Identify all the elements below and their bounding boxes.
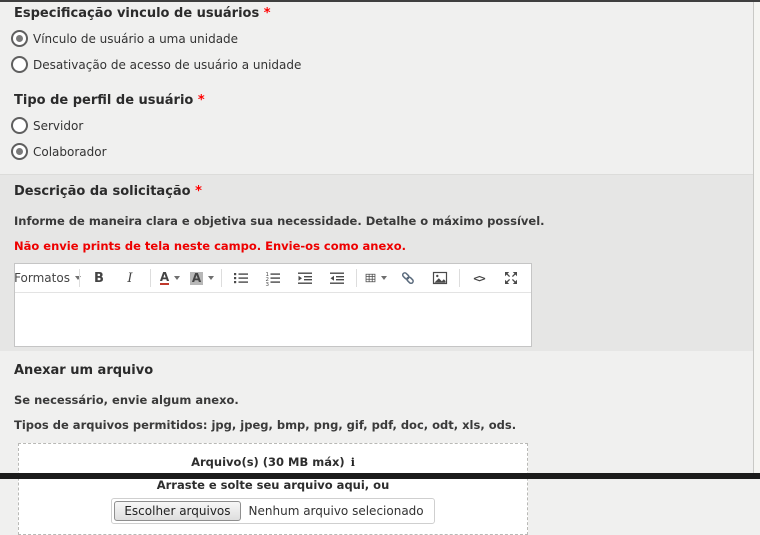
radio-icon[interactable]	[11, 117, 28, 134]
no-file-selected-text: Nenhum arquivo selecionado	[241, 504, 432, 518]
background-color-button[interactable]: A	[186, 266, 218, 290]
toolbar-separator	[79, 269, 80, 287]
source-code-button[interactable]: <>	[463, 266, 495, 290]
radio-option-servidor[interactable]: Servidor	[11, 117, 83, 134]
link-button[interactable]	[392, 266, 424, 290]
choose-files-button[interactable]: Escolher arquivos	[114, 501, 240, 521]
numbered-list-button[interactable]: 123	[257, 266, 289, 290]
chevron-down-icon	[174, 276, 180, 280]
radio-icon[interactable]	[11, 56, 28, 73]
required-asterisk: *	[198, 93, 205, 108]
chevron-down-icon	[75, 276, 81, 280]
text-color-icon: A	[160, 271, 169, 285]
especificacao-title-text: Especificação vinculo de usuários	[14, 6, 259, 21]
rich-text-editor: Formatos B I A A	[14, 263, 532, 347]
svg-text:3: 3	[266, 282, 270, 286]
radio-icon[interactable]	[11, 30, 28, 47]
radio-label: Servidor	[33, 119, 83, 133]
outdent-button[interactable]	[289, 266, 321, 290]
descricao-title-text: Descrição da solicitação	[14, 184, 191, 199]
image-button[interactable]	[424, 266, 456, 290]
file-input[interactable]: Escolher arquivos Nenhum arquivo selecio…	[111, 498, 434, 524]
section-descricao: Descrição da solicitação * Informe de ma…	[0, 174, 760, 351]
dropzone-drag-label: Arraste e solte seu arquivo aqui, ou	[19, 478, 527, 492]
table-button[interactable]	[360, 266, 392, 290]
chevron-down-icon	[208, 276, 214, 280]
section-anexo: Anexar um arquivo Se necessário, envie a…	[0, 351, 760, 535]
toolbar-separator	[221, 269, 222, 287]
radio-option-vinculo[interactable]: Vínculo de usuário a uma unidade	[11, 30, 238, 47]
descricao-title: Descrição da solicitação *	[14, 184, 746, 199]
italic-button[interactable]: I	[115, 266, 147, 290]
bold-button[interactable]: B	[83, 266, 115, 290]
fullscreen-button[interactable]	[495, 266, 527, 290]
editor-toolbar: Formatos B I A A	[15, 264, 531, 293]
anexo-hint: Se necessário, envie algum anexo.	[14, 393, 746, 407]
formats-dropdown[interactable]: Formatos	[19, 266, 76, 290]
radio-icon[interactable]	[11, 143, 28, 160]
code-icon: <>	[473, 272, 484, 285]
indent-icon	[329, 270, 345, 286]
table-icon	[365, 270, 376, 286]
perfil-title-text: Tipo de perfil de usuário	[14, 93, 193, 108]
info-icon: i	[351, 456, 355, 469]
descricao-warning: Não envie prints de tela neste campo. En…	[14, 239, 746, 253]
required-asterisk: *	[264, 6, 271, 21]
text-color-button[interactable]: A	[154, 266, 186, 290]
formats-label: Formatos	[14, 271, 70, 285]
background-color-icon: A	[190, 272, 203, 285]
dropzone-max-size-label: Arquivo(s) (30 MB máx)i	[19, 455, 527, 469]
bottom-dark-bar	[0, 473, 760, 479]
toolbar-separator	[150, 269, 151, 287]
radio-option-desativacao[interactable]: Desativação de acesso de usuário a unida…	[11, 56, 301, 73]
radio-option-colaborador[interactable]: Colaborador	[11, 143, 107, 160]
numbered-list-icon: 123	[265, 270, 281, 286]
radio-label: Colaborador	[33, 145, 107, 159]
scrollbar-track[interactable]	[753, 2, 760, 479]
image-icon	[432, 270, 448, 286]
anexo-allowed-types: Tipos de arquivos permitidos: jpg, jpeg,…	[14, 418, 746, 432]
required-asterisk: *	[195, 184, 202, 199]
section-especificacao: Especificação vinculo de usuários * Vínc…	[0, 2, 760, 174]
toolbar-separator	[459, 269, 460, 287]
outdent-icon	[297, 270, 313, 286]
bullet-list-icon	[233, 270, 249, 286]
file-dropzone[interactable]: Arquivo(s) (30 MB máx)i Arraste e solte …	[18, 443, 528, 535]
radio-label: Vínculo de usuário a uma unidade	[33, 32, 238, 46]
descricao-hint: Informe de maneira clara e objetiva sua …	[14, 214, 746, 228]
especificacao-title: Especificação vinculo de usuários *	[14, 2, 746, 21]
toolbar-separator	[356, 269, 357, 287]
indent-button[interactable]	[321, 266, 353, 290]
chevron-down-icon	[381, 276, 387, 280]
fullscreen-icon	[503, 270, 519, 286]
link-icon	[400, 270, 416, 286]
radio-label: Desativação de acesso de usuário a unida…	[33, 58, 301, 72]
anexo-title: Anexar um arquivo	[14, 363, 746, 378]
editor-content-area[interactable]	[15, 293, 531, 346]
bullet-list-button[interactable]	[225, 266, 257, 290]
perfil-title: Tipo de perfil de usuário *	[14, 73, 746, 108]
